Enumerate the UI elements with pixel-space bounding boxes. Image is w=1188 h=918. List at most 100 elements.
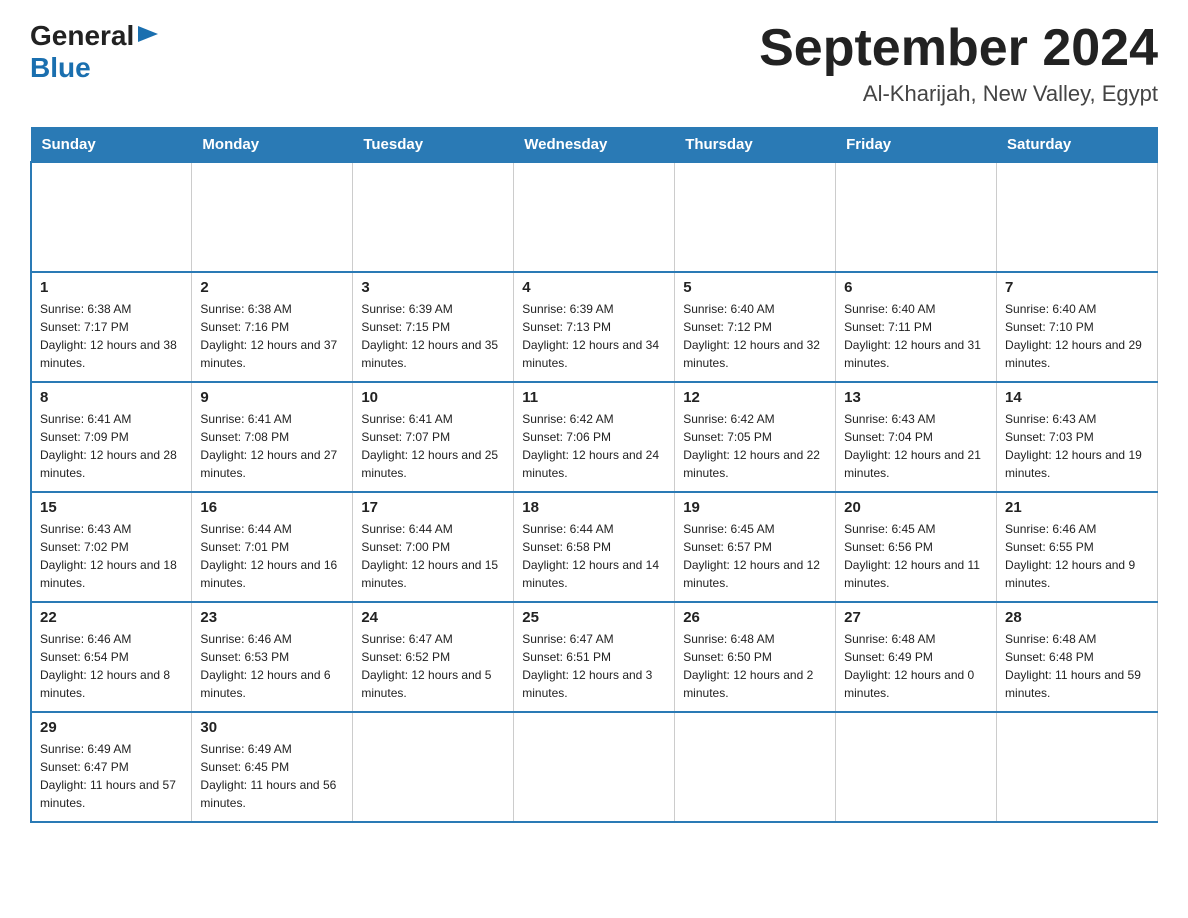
- calendar-day-cell: 15 Sunrise: 6:43 AMSunset: 7:02 PMDayligh…: [31, 492, 192, 602]
- calendar-week-5: 22 Sunrise: 6:46 AMSunset: 6:54 PMDayligh…: [31, 602, 1158, 712]
- day-number: 4: [522, 279, 666, 296]
- calendar-day-cell: 27 Sunrise: 6:48 AMSunset: 6:49 PMDayligh…: [836, 602, 997, 712]
- calendar-day-cell: [353, 162, 514, 272]
- day-number: 23: [200, 609, 344, 626]
- calendar-day-cell: 4 Sunrise: 6:39 AMSunset: 7:13 PMDaylight…: [514, 272, 675, 382]
- day-number: 29: [40, 719, 183, 736]
- day-info: Sunrise: 6:43 AMSunset: 7:02 PMDaylight:…: [40, 520, 183, 592]
- calendar-day-cell: [997, 162, 1158, 272]
- day-info: Sunrise: 6:42 AMSunset: 7:05 PMDaylight:…: [683, 410, 827, 482]
- calendar-day-cell: 14 Sunrise: 6:43 AMSunset: 7:03 PMDayligh…: [997, 382, 1158, 492]
- day-number: 11: [522, 389, 666, 406]
- title-section: September 2024 Al-Kharijah, New Valley, …: [759, 20, 1158, 107]
- calendar-day-cell: 16Sunrise: 6:44 AMSunset: 7:01 PMDayligh…: [192, 492, 353, 602]
- day-number: 12: [683, 389, 827, 406]
- day-number: 18: [522, 499, 666, 516]
- day-number: 19: [683, 499, 827, 516]
- day-info: Sunrise: 6:45 AMSunset: 6:57 PMDaylight:…: [683, 520, 827, 592]
- day-number: 24: [361, 609, 505, 626]
- day-number: 20: [844, 499, 988, 516]
- logo-blue: Blue: [30, 52, 158, 84]
- day-info: Sunrise: 6:47 AMSunset: 6:52 PMDaylight:…: [361, 630, 505, 702]
- day-number: 27: [844, 609, 988, 626]
- month-title: September 2024: [759, 20, 1158, 77]
- day-info: Sunrise: 6:43 AMSunset: 7:04 PMDaylight:…: [844, 410, 988, 482]
- calendar-day-cell: 30Sunrise: 6:49 AMSunset: 6:45 PMDayligh…: [192, 712, 353, 822]
- logo-flag-icon: [138, 26, 158, 46]
- day-info: Sunrise: 6:39 AMSunset: 7:15 PMDaylight:…: [361, 300, 505, 372]
- calendar-day-cell: [836, 712, 997, 822]
- day-number: 8: [40, 389, 183, 406]
- day-number: 30: [200, 719, 344, 736]
- day-info: Sunrise: 6:46 AMSunset: 6:55 PMDaylight:…: [1005, 520, 1149, 592]
- calendar-day-cell: 9Sunrise: 6:41 AMSunset: 7:08 PMDaylight…: [192, 382, 353, 492]
- day-number: 21: [1005, 499, 1149, 516]
- calendar-day-cell: 10Sunrise: 6:41 AMSunset: 7:07 PMDayligh…: [353, 382, 514, 492]
- header-monday: Monday: [192, 128, 353, 163]
- header-saturday: Saturday: [997, 128, 1158, 163]
- day-info: Sunrise: 6:48 AMSunset: 6:48 PMDaylight:…: [1005, 630, 1149, 702]
- day-info: Sunrise: 6:43 AMSunset: 7:03 PMDaylight:…: [1005, 410, 1149, 482]
- calendar-day-cell: 18Sunrise: 6:44 AMSunset: 6:58 PMDayligh…: [514, 492, 675, 602]
- calendar-day-cell: 19 Sunrise: 6:45 AMSunset: 6:57 PMDayligh…: [675, 492, 836, 602]
- page-header: General Blue September 2024 Al-Kharijah,…: [30, 20, 1158, 107]
- calendar-day-cell: [514, 712, 675, 822]
- calendar-day-cell: 1Sunrise: 6:38 AMSunset: 7:17 PMDaylight…: [31, 272, 192, 382]
- day-info: Sunrise: 6:40 AMSunset: 7:11 PMDaylight:…: [844, 300, 988, 372]
- calendar-day-cell: 25Sunrise: 6:47 AMSunset: 6:51 PMDayligh…: [514, 602, 675, 712]
- calendar-header-row: Sunday Monday Tuesday Wednesday Thursday…: [31, 128, 1158, 163]
- day-info: Sunrise: 6:41 AMSunset: 7:09 PMDaylight:…: [40, 410, 183, 482]
- calendar-day-cell: 24 Sunrise: 6:47 AMSunset: 6:52 PMDayligh…: [353, 602, 514, 712]
- calendar-week-1: [31, 162, 1158, 272]
- calendar-day-cell: [31, 162, 192, 272]
- calendar-week-2: 1Sunrise: 6:38 AMSunset: 7:17 PMDaylight…: [31, 272, 1158, 382]
- day-info: Sunrise: 6:44 AMSunset: 7:00 PMDaylight:…: [361, 520, 505, 592]
- calendar-day-cell: 23 Sunrise: 6:46 AMSunset: 6:53 PMDayligh…: [192, 602, 353, 712]
- calendar-day-cell: 26Sunrise: 6:48 AMSunset: 6:50 PMDayligh…: [675, 602, 836, 712]
- day-number: 9: [200, 389, 344, 406]
- calendar-week-6: 29 Sunrise: 6:49 AMSunset: 6:47 PMDayligh…: [31, 712, 1158, 822]
- day-number: 6: [844, 279, 988, 296]
- calendar-day-cell: 21 Sunrise: 6:46 AMSunset: 6:55 PMDayligh…: [997, 492, 1158, 602]
- day-number: 22: [40, 609, 183, 626]
- day-number: 5: [683, 279, 827, 296]
- day-info: Sunrise: 6:48 AMSunset: 6:50 PMDaylight:…: [683, 630, 827, 702]
- day-info: Sunrise: 6:40 AMSunset: 7:10 PMDaylight:…: [1005, 300, 1149, 372]
- calendar-day-cell: 12 Sunrise: 6:42 AMSunset: 7:05 PMDayligh…: [675, 382, 836, 492]
- calendar-day-cell: 11 Sunrise: 6:42 AMSunset: 7:06 PMDayligh…: [514, 382, 675, 492]
- day-info: Sunrise: 6:40 AMSunset: 7:12 PMDaylight:…: [683, 300, 827, 372]
- day-number: 17: [361, 499, 505, 516]
- day-info: Sunrise: 6:46 AMSunset: 6:54 PMDaylight:…: [40, 630, 183, 702]
- day-info: Sunrise: 6:48 AMSunset: 6:49 PMDaylight:…: [844, 630, 988, 702]
- calendar-day-cell: [997, 712, 1158, 822]
- calendar-day-cell: 6 Sunrise: 6:40 AMSunset: 7:11 PMDaylight…: [836, 272, 997, 382]
- calendar-week-3: 8 Sunrise: 6:41 AMSunset: 7:09 PMDaylight…: [31, 382, 1158, 492]
- calendar-day-cell: [192, 162, 353, 272]
- day-number: 2: [200, 279, 344, 296]
- day-number: 15: [40, 499, 183, 516]
- day-number: 1: [40, 279, 183, 296]
- header-friday: Friday: [836, 128, 997, 163]
- calendar-day-cell: 22 Sunrise: 6:46 AMSunset: 6:54 PMDayligh…: [31, 602, 192, 712]
- calendar-day-cell: [836, 162, 997, 272]
- day-info: Sunrise: 6:39 AMSunset: 7:13 PMDaylight:…: [522, 300, 666, 372]
- calendar-day-cell: 2Sunrise: 6:38 AMSunset: 7:16 PMDaylight…: [192, 272, 353, 382]
- calendar-table: Sunday Monday Tuesday Wednesday Thursday…: [30, 127, 1158, 823]
- header-thursday: Thursday: [675, 128, 836, 163]
- day-info: Sunrise: 6:42 AMSunset: 7:06 PMDaylight:…: [522, 410, 666, 482]
- day-info: Sunrise: 6:45 AMSunset: 6:56 PMDaylight:…: [844, 520, 988, 592]
- logo-general: General: [30, 20, 134, 52]
- calendar-day-cell: 17 Sunrise: 6:44 AMSunset: 7:00 PMDayligh…: [353, 492, 514, 602]
- day-info: Sunrise: 6:49 AMSunset: 6:47 PMDaylight:…: [40, 740, 183, 812]
- day-number: 13: [844, 389, 988, 406]
- calendar-day-cell: [514, 162, 675, 272]
- header-wednesday: Wednesday: [514, 128, 675, 163]
- day-info: Sunrise: 6:44 AMSunset: 7:01 PMDaylight:…: [200, 520, 344, 592]
- calendar-day-cell: 28Sunrise: 6:48 AMSunset: 6:48 PMDayligh…: [997, 602, 1158, 712]
- day-info: Sunrise: 6:46 AMSunset: 6:53 PMDaylight:…: [200, 630, 344, 702]
- calendar-day-cell: 3Sunrise: 6:39 AMSunset: 7:15 PMDaylight…: [353, 272, 514, 382]
- day-number: 14: [1005, 389, 1149, 406]
- header-sunday: Sunday: [31, 128, 192, 163]
- day-info: Sunrise: 6:41 AMSunset: 7:07 PMDaylight:…: [361, 410, 505, 482]
- calendar-day-cell: 8 Sunrise: 6:41 AMSunset: 7:09 PMDaylight…: [31, 382, 192, 492]
